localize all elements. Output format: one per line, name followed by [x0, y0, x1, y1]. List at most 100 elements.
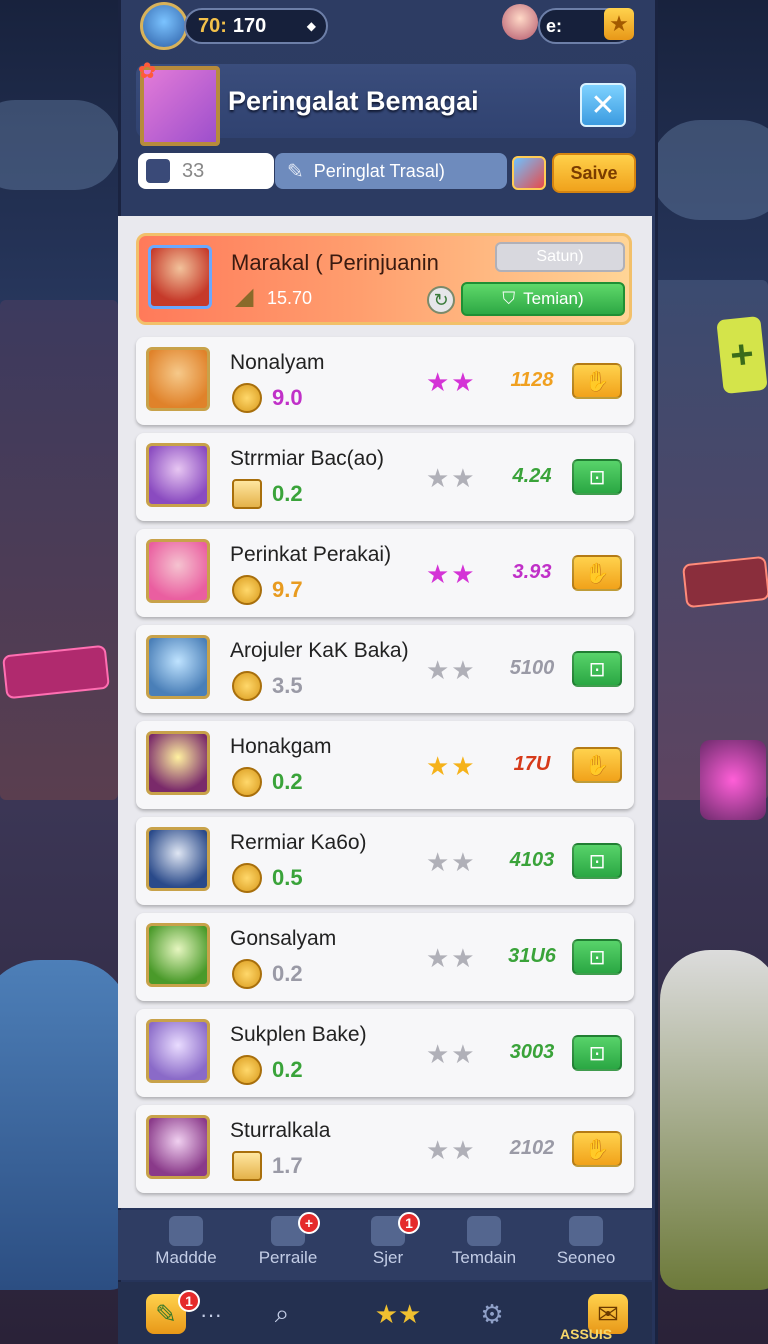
hand-icon: ✋	[584, 1138, 610, 1161]
hero-score: 17U	[513, 753, 551, 775]
hero-score: 31U6	[508, 945, 556, 967]
hero-portrait	[146, 1115, 210, 1179]
hero-name: Arojuler KaK Baka)	[230, 639, 409, 662]
hero-portrait	[146, 635, 210, 699]
hand-icon: ✋	[584, 370, 610, 393]
hero-portrait	[146, 347, 210, 411]
nav-item[interactable]: Temdain	[434, 1212, 534, 1278]
hero-name: Sturralkala	[230, 1119, 331, 1142]
hero-name: Perinkat Perakai)	[230, 543, 392, 566]
nav-label: Temdain	[451, 1248, 517, 1267]
coin-icon	[232, 575, 262, 605]
level-label: 70:	[198, 14, 227, 37]
hero-value: 1.7	[272, 1153, 303, 1178]
list-item[interactable]: Sturralkala 1.7 ★★ 2102 ✋	[136, 1105, 634, 1193]
nav-label: Perraile	[258, 1248, 318, 1267]
hand-icon	[232, 1151, 262, 1181]
hero-name: Nonalyam	[230, 351, 325, 374]
hero-score: 3.93	[512, 561, 552, 583]
hero-value: 0.2	[272, 961, 303, 986]
close-icon: ✕	[590, 88, 616, 122]
tab-ranking[interactable]: ✎ Peringlat Trasal)	[275, 153, 507, 189]
search-value: 33	[182, 159, 205, 182]
corner-label: ASSUIS	[560, 1326, 613, 1342]
lock-icon: ⊡	[588, 658, 606, 681]
stars-icon[interactable]: ★★	[370, 1294, 426, 1334]
hero-score: 1128	[510, 369, 554, 391]
cube-button[interactable]	[512, 156, 546, 190]
star-rating: ★★	[426, 943, 477, 973]
unlock-button[interactable]: ✋	[572, 363, 622, 399]
search-icon[interactable]: ⌕	[262, 1294, 302, 1334]
hero-value: 0.5	[272, 865, 303, 890]
upgrade-button[interactable]: ⊡	[572, 651, 622, 687]
dock-badge: 1	[178, 1290, 200, 1312]
pink-gem-prop	[700, 740, 766, 820]
search-field[interactable]: 33	[138, 153, 274, 189]
list-item[interactable]: Nonalyam 9.0 ★★ 1128 ✋	[136, 337, 634, 425]
save-button[interactable]: Saive	[552, 153, 636, 193]
more-dots[interactable]: ···	[200, 1302, 222, 1328]
hero-portrait	[146, 731, 210, 795]
nav-badge: +	[298, 1212, 320, 1234]
settings-gear-icon[interactable]: ⚙	[472, 1294, 512, 1334]
star-add-icon[interactable]: ★	[604, 8, 634, 40]
list-item[interactable]: Honakgam 0.2 ★★ 17U ✋	[136, 721, 634, 809]
unlock-button[interactable]: ✋	[572, 1131, 622, 1167]
player-avatar[interactable]	[140, 2, 188, 50]
star-rating: ★★	[426, 847, 477, 877]
helper-avatar-icon	[502, 4, 538, 40]
cone-icon: ◢	[235, 283, 254, 310]
unlock-button[interactable]: ✋	[572, 747, 622, 783]
hero-name: Honakgam	[230, 735, 332, 758]
hand-icon: ✋	[584, 754, 610, 777]
featured-main-button[interactable]: ⛉ Temian)	[461, 282, 625, 316]
coin-icon	[232, 767, 262, 797]
hero-name: Strrmiar Bac(ao)	[230, 447, 385, 470]
coin-count: 170	[232, 14, 267, 37]
lock-icon: ⊡	[588, 466, 606, 489]
upgrade-button[interactable]: ⊡	[572, 939, 622, 975]
nav-item[interactable]: Maddde	[136, 1212, 236, 1278]
nav-item[interactable]: Sjer	[338, 1212, 438, 1278]
upgrade-button[interactable]: ⊡	[572, 843, 622, 879]
nav-label: Seoneo	[556, 1248, 616, 1267]
lock-icon: ⊡	[588, 946, 606, 969]
hero-portrait	[146, 827, 210, 891]
nav-item[interactable]: Perraile	[238, 1212, 338, 1278]
unlock-button[interactable]: ✋	[572, 555, 622, 591]
featured-hero-portrait	[148, 245, 212, 309]
hero-score: 4103	[509, 849, 555, 871]
diamond-icon: ◆	[306, 19, 316, 33]
hero-score: 4.24	[512, 465, 552, 487]
left-building	[0, 300, 118, 800]
page-title: Peringalat Bemagai	[228, 86, 479, 116]
upgrade-button[interactable]: ⊡	[572, 459, 622, 495]
level-coins-pill: 70: 170 ◆	[184, 8, 328, 44]
neon-sign-right	[681, 555, 768, 609]
list-item[interactable]: Sukplen Bake) 0.2 ★★ 3003 ⊡	[136, 1009, 634, 1097]
nav-item[interactable]: Seoneo	[536, 1212, 636, 1278]
coin-icon	[232, 671, 262, 701]
star-rating: ★★	[426, 367, 477, 397]
currency-prefix: e:	[546, 15, 563, 36]
list-item[interactable]: Strrmiar Bac(ao) 0.2 ★★ 4.24 ⊡	[136, 433, 634, 521]
close-button[interactable]: ✕	[580, 83, 626, 127]
nav-badge: 1	[398, 1212, 420, 1234]
list-item[interactable]: Arojuler KaK Baka) 3.5 ★★ 5100 ⊡	[136, 625, 634, 713]
list-item[interactable]: Rermiar Ka6o) 0.5 ★★ 4103 ⊡	[136, 817, 634, 905]
hero-name: Rermiar Ka6o)	[230, 831, 367, 854]
featured-card[interactable]: Marakal ( Perinjuanin ◢ 15.70 Satun) ↻ ⛉…	[136, 233, 632, 325]
star-rating: ★★	[426, 463, 477, 493]
filter-icon	[146, 159, 170, 183]
tab-label: Peringlat Trasal)	[313, 160, 445, 181]
star-rating: ★★	[426, 751, 477, 781]
upgrade-button[interactable]: ⊡	[572, 1035, 622, 1071]
hero-score: 5100	[509, 657, 555, 679]
list-item[interactable]: Gonsalyam 0.2 ★★ 31U6 ⊡	[136, 913, 634, 1001]
star-rating: ★★	[426, 655, 477, 685]
refresh-icon[interactable]: ↻	[427, 286, 455, 314]
list-item[interactable]: Perinkat Perakai) 9.7 ★★ 3.93 ✋	[136, 529, 634, 617]
hero-value: 9.7	[272, 577, 303, 602]
featured-secondary-button[interactable]: Satun)	[495, 242, 625, 272]
